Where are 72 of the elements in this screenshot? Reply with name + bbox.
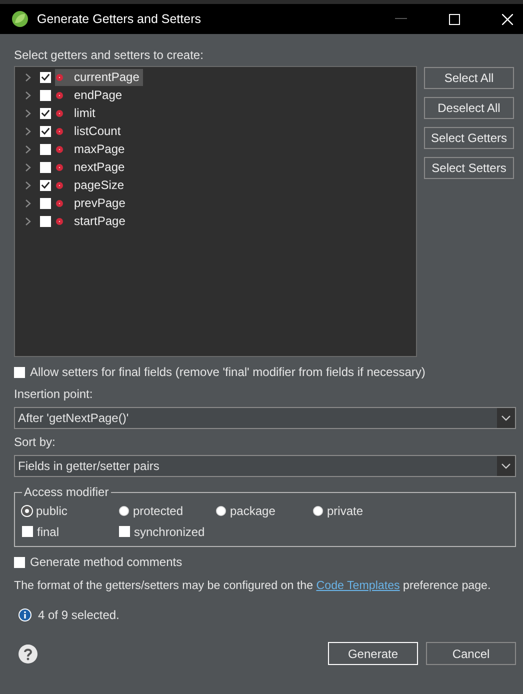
checkbox-label: synchronized xyxy=(134,524,205,538)
radio-button[interactable] xyxy=(22,506,32,516)
close-icon[interactable] xyxy=(502,14,513,24)
field-name: listCount xyxy=(74,124,121,138)
checkbox[interactable] xyxy=(40,108,51,118)
caret-icon xyxy=(497,456,515,476)
field-name: currentPage xyxy=(74,70,140,84)
checkbox-label: Generate method comments xyxy=(30,555,182,569)
radio-label: public xyxy=(36,504,68,518)
side-button[interactable]: Select Getters xyxy=(424,127,514,149)
checkbox[interactable] xyxy=(22,526,33,537)
info-icon xyxy=(18,608,32,622)
field-item[interactable]: currentPage xyxy=(55,68,144,86)
field-item[interactable]: maxPage xyxy=(55,140,129,158)
leaf-icon xyxy=(11,10,29,28)
field-icon xyxy=(57,128,62,134)
field-icon xyxy=(57,110,62,116)
field-icon xyxy=(57,164,62,170)
checkbox[interactable] xyxy=(40,180,51,190)
radio-label: private xyxy=(327,504,364,518)
sort-by-label: Sort by: xyxy=(14,434,56,450)
field-item[interactable]: listCount xyxy=(55,122,125,140)
dropdown[interactable]: Fields in getter/setter pairs xyxy=(14,455,516,477)
field-item[interactable]: startPage xyxy=(55,212,130,230)
insertion-point-label: Insertion point: xyxy=(14,386,94,402)
field-icon xyxy=(57,92,62,98)
field-name: pageSize xyxy=(74,178,124,192)
status-text: 4 of 9 selected. xyxy=(38,608,120,622)
checkbox[interactable] xyxy=(14,366,25,378)
field-item[interactable]: prevPage xyxy=(55,194,130,212)
field-item[interactable]: pageSize xyxy=(55,176,128,194)
checkbox[interactable] xyxy=(40,72,51,82)
caret-icon xyxy=(497,408,515,428)
field-name: startPage xyxy=(74,214,126,228)
dropdown[interactable]: After 'getNextPage()' xyxy=(14,407,516,429)
checkbox[interactable] xyxy=(119,526,130,537)
checkbox[interactable] xyxy=(40,126,51,136)
help-icon[interactable] xyxy=(18,644,38,664)
dialog-button[interactable]: Generate xyxy=(328,642,418,665)
field-name: maxPage xyxy=(74,142,125,156)
field-icon xyxy=(57,146,62,152)
checkbox-label: Allow setters for final fields (remove 'final' modifier from fields if necessary) xyxy=(30,365,426,379)
checkbox[interactable] xyxy=(40,216,51,226)
radio-label: package xyxy=(230,504,276,518)
field-name: endPage xyxy=(74,88,122,102)
checkbox[interactable] xyxy=(40,90,51,100)
minimize-icon[interactable] xyxy=(395,18,407,20)
checkbox-label: final xyxy=(37,524,60,538)
field-icon xyxy=(57,200,62,206)
checkbox[interactable] xyxy=(14,556,25,568)
fields-label: Select getters and setters to create: xyxy=(14,47,204,63)
dialog-button[interactable]: Cancel xyxy=(426,642,516,665)
field-item[interactable]: endPage xyxy=(55,86,126,104)
side-button[interactable]: Select Setters xyxy=(424,157,514,179)
field-name: nextPage xyxy=(74,160,125,174)
field-icon xyxy=(57,218,62,224)
window-title: Generate Getters and Setters xyxy=(37,12,201,26)
checkbox[interactable] xyxy=(40,144,51,154)
field-item[interactable]: nextPage xyxy=(55,158,129,176)
field-name: prevPage xyxy=(74,196,126,210)
radio-label: protected xyxy=(133,504,184,518)
field-icon xyxy=(57,182,62,188)
field-item[interactable]: limit xyxy=(55,104,100,122)
side-button[interactable]: Select All xyxy=(424,67,514,89)
group-title: Access modifier xyxy=(23,485,110,499)
maximize-icon[interactable] xyxy=(449,14,460,24)
note-text: The format of the getters/setters may be configured on the Code Templates preference page. xyxy=(14,579,492,592)
checkbox[interactable] xyxy=(40,198,51,208)
checkbox[interactable] xyxy=(40,162,51,172)
field-name: limit xyxy=(74,106,96,120)
field-icon xyxy=(57,74,62,80)
side-button[interactable]: Deselect All xyxy=(424,97,514,119)
